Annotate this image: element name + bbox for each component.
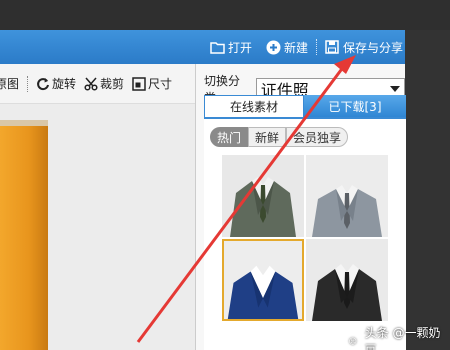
scissors-icon	[84, 77, 98, 91]
filter-new-label: 新鲜	[255, 130, 280, 145]
photo-canvas[interactable]	[0, 104, 195, 350]
crop-button[interactable]: 裁剪	[84, 75, 124, 92]
filter-new[interactable]: 新鲜	[248, 127, 287, 147]
watermark-logo-icon: ☺	[345, 333, 361, 349]
right-background	[405, 30, 450, 350]
thumbnail-gray-suit[interactable]	[222, 155, 304, 237]
rotate-button[interactable]: 旋转	[36, 75, 76, 92]
watermark-text: 头条 @一颗奶豆	[364, 326, 441, 350]
folder-icon	[210, 40, 225, 55]
open-button[interactable]: 打开	[210, 39, 252, 56]
app-titlebar: 打开 新建 保存与分享	[0, 30, 405, 64]
save-disk-icon	[325, 40, 340, 55]
filter-vip[interactable]: 会员独享	[286, 127, 349, 147]
rotate-label: 旋转	[52, 77, 77, 91]
resize-icon	[132, 76, 146, 91]
save-share-button[interactable]: 保存与分享	[325, 39, 403, 56]
thumbnail-light-gray-suit[interactable]	[306, 155, 388, 237]
edit-toolbar: 原图 旋转 裁剪 尺寸	[0, 64, 195, 104]
tab-downloaded[interactable]: 已下载[3]	[304, 95, 406, 117]
toolbar-separator	[27, 75, 29, 92]
rotate-icon	[36, 77, 50, 91]
new-label: 新建	[283, 40, 308, 55]
plus-circle-icon	[266, 40, 281, 55]
thumbnail-navy-suit[interactable]	[222, 239, 304, 321]
material-panel: 切换分类 证件照 在线素材 已下载[3] 热门 新鲜 会员独享	[195, 64, 406, 350]
watermark: ☺ 头条 @一颗奶豆	[345, 324, 450, 350]
size-button[interactable]: 尺寸	[132, 75, 172, 92]
filter-vip-label: 会员独享	[293, 130, 342, 145]
thumbnail-black-suit[interactable]	[306, 239, 388, 321]
outer-background	[0, 0, 450, 30]
crop-label: 裁剪	[100, 77, 125, 91]
new-button[interactable]: 新建	[266, 39, 308, 56]
open-label: 打开	[227, 40, 252, 55]
chevron-down-icon	[390, 86, 400, 92]
save-share-label: 保存与分享	[342, 40, 403, 55]
size-label: 尺寸	[148, 77, 173, 91]
material-tabs: 在线素材 已下载[3]	[204, 95, 406, 117]
tab-online-label: 在线素材	[229, 100, 278, 114]
original-button[interactable]: 原图	[0, 75, 19, 92]
toolbar-divider	[315, 39, 317, 55]
suit-thumbnail-grid	[222, 155, 388, 350]
filter-hot[interactable]: 热门	[210, 127, 249, 147]
original-label: 原图	[0, 77, 20, 91]
filter-hot-label: 热门	[217, 130, 242, 145]
filter-pills: 热门 新鲜 会员独享	[210, 127, 349, 147]
tab-online-materials[interactable]: 在线素材	[204, 95, 304, 117]
photo-preview	[0, 126, 48, 350]
tab-downloaded-label: 已下载[3]	[328, 99, 382, 114]
tab-content: 热门 新鲜 会员独享	[204, 117, 406, 350]
